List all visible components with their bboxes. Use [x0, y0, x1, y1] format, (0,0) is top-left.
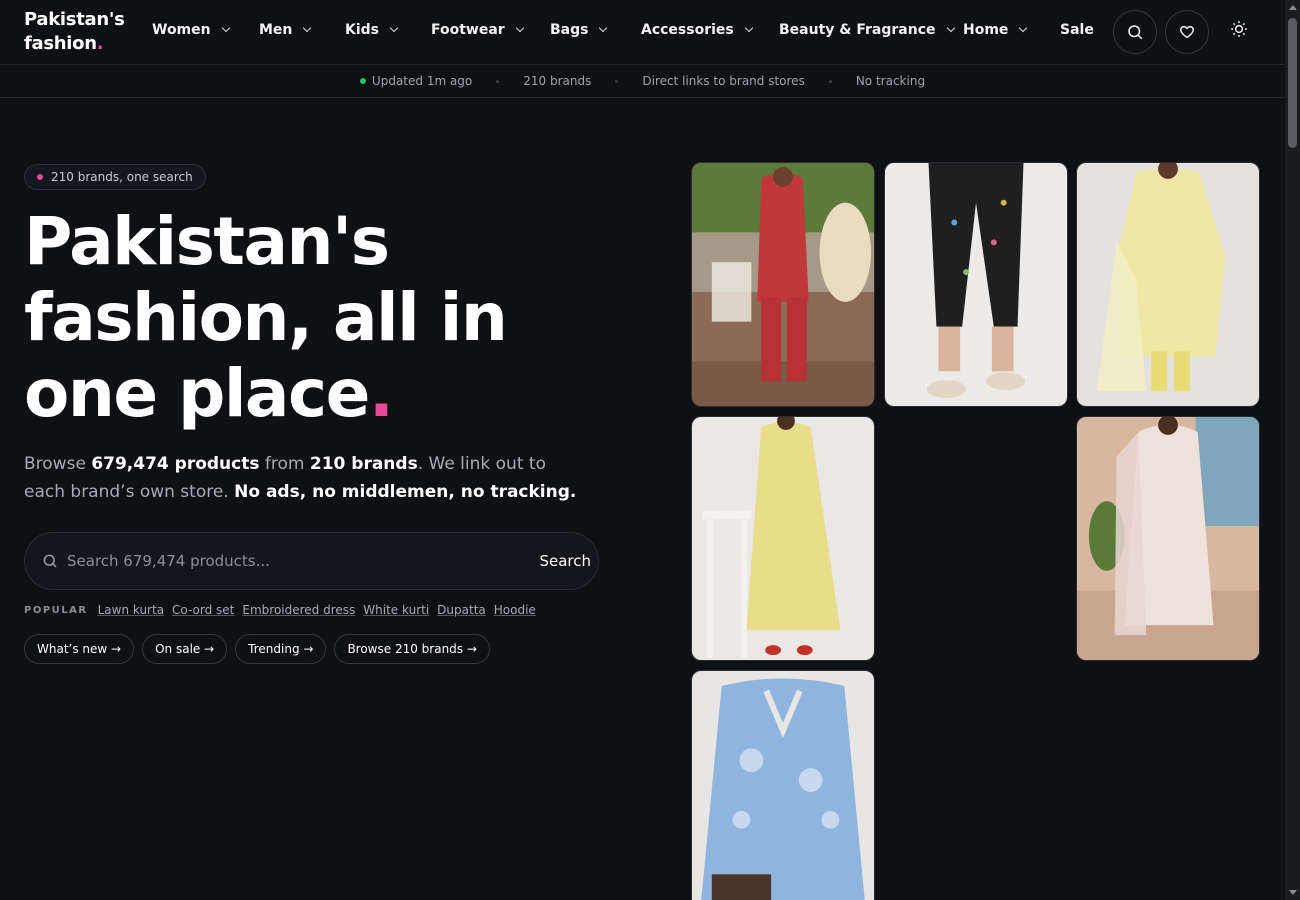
lede-text: Browse	[24, 454, 92, 474]
nav-item-label: Women	[152, 22, 211, 38]
separator-dot	[496, 79, 500, 83]
on-sale-chip[interactable]: On sale →	[142, 634, 228, 664]
whats-new-chip[interactable]: What’s new →	[24, 634, 135, 664]
popular-searches: POPULAR Lawn kurta Co-ord set Embroidered …	[24, 603, 544, 617]
nav-item-bags[interactable]: Bags	[550, 22, 608, 38]
nav-item-footwear[interactable]: Footwear	[431, 22, 524, 38]
headline-line-3: one place	[24, 355, 370, 432]
popular-label: POPULAR	[24, 604, 88, 616]
logo-line-2: fashion	[24, 33, 97, 54]
popular-search-link[interactable]: Lawn kurta	[98, 603, 164, 617]
nav-item-beauty-fragrance[interactable]: Beauty & Fragrance	[779, 22, 955, 38]
nav-item-sale[interactable]: Sale	[1060, 22, 1094, 38]
status-bar: Updated 1m ago 210 brands Direct links t…	[0, 64, 1285, 98]
chevron-down-icon	[744, 23, 753, 33]
badge-dot	[37, 174, 43, 180]
chevron-down-icon	[389, 23, 399, 33]
hero-badge-text: 210 brands, one search	[51, 170, 193, 184]
headline-line-1: Pakistan's	[24, 203, 390, 280]
trending-chip[interactable]: Trending →	[235, 634, 327, 664]
product-image-yellow-frock[interactable]	[691, 416, 875, 661]
headline-line-2: fashion, all in	[24, 279, 508, 356]
browse-brands-chip[interactable]: Browse 210 brands →	[334, 634, 490, 664]
nav-item-label: Sale	[1060, 22, 1094, 38]
heart-icon	[1180, 25, 1194, 39]
wishlist-button[interactable]	[1165, 10, 1209, 54]
popular-search-link[interactable]: Embroidered dress	[242, 603, 355, 617]
search-icon	[1128, 25, 1143, 40]
product-count: 679,474 products	[91, 454, 260, 474]
nav-item-men[interactable]: Men	[259, 22, 312, 38]
search-input[interactable]	[67, 552, 540, 570]
live-indicator	[359, 78, 366, 84]
search-submit-button[interactable]: Search	[539, 552, 591, 570]
product-image-black-trousers[interactable]	[884, 162, 1068, 407]
nav-item-women[interactable]: Women	[152, 22, 230, 38]
product-image-red-kurta-set[interactable]	[691, 162, 875, 407]
hero-description: Browse 679,474 products from 210 brands.…	[24, 450, 584, 506]
nav-item-accessories[interactable]: Accessories	[641, 22, 753, 38]
nav-item-kids[interactable]: Kids	[345, 22, 399, 38]
brand-count: 210 brands	[523, 74, 592, 88]
chevron-down-icon	[221, 23, 230, 33]
site-logo[interactable]: Pakistan's fashion.	[24, 8, 152, 56]
nav-item-label: Bags	[550, 22, 589, 38]
chevron-down-icon	[1019, 23, 1028, 33]
privacy-claim: No ads, no middlemen, no tracking.	[234, 482, 577, 502]
chevron-down-icon	[599, 23, 608, 33]
nav-item-label: Accessories	[641, 22, 734, 38]
logo-dot: .	[96, 33, 104, 54]
popular-search-link[interactable]: White kurti	[363, 603, 429, 617]
search-bar: Search	[24, 532, 599, 590]
brand-count: 210 brands	[309, 454, 418, 474]
nav-item-label: Footwear	[431, 22, 505, 38]
chevron-down-icon	[946, 23, 955, 33]
quick-links: What’s new → On sale → Trending → Browse 21…	[24, 634, 498, 664]
hero-badge: 210 brands, one search	[24, 164, 206, 190]
direct-links-note: Direct links to brand stores	[642, 74, 805, 88]
product-image-blue-embroidered-shirt[interactable]	[691, 670, 875, 900]
nav-item-home[interactable]: Home	[963, 22, 1028, 38]
nav-item-label: Beauty & Fragrance	[779, 22, 936, 38]
search-button[interactable]	[1113, 10, 1157, 54]
popular-search-link[interactable]: Dupatta	[437, 603, 486, 617]
logo-line-1: Pakistan's	[24, 9, 125, 30]
nav-item-label: Home	[963, 22, 1009, 38]
scroll-down-arrow[interactable]	[1289, 890, 1297, 895]
popular-search-link[interactable]: Hoodie	[494, 603, 536, 617]
scroll-up-arrow[interactable]	[1289, 5, 1297, 10]
product-image-yellow-suit[interactable]	[1076, 162, 1260, 407]
search-icon	[43, 554, 57, 568]
lede-text: from	[259, 454, 310, 474]
popular-search-link[interactable]: Co-ord set	[172, 603, 234, 617]
scroll-thumb[interactable]	[1288, 18, 1297, 148]
product-image-pink-embroidered-suit[interactable]	[1076, 416, 1260, 661]
no-tracking-note: No tracking	[855, 74, 926, 88]
hero-headline: Pakistan's fashion, all in one place.	[24, 204, 624, 432]
nav-item-label: Men	[259, 22, 293, 38]
chevron-down-icon	[515, 23, 524, 33]
updated-status: Updated 1m ago	[371, 74, 473, 88]
page-scrollbar[interactable]	[1285, 0, 1300, 900]
chevron-down-icon	[303, 23, 312, 33]
sun-icon[interactable]	[1230, 20, 1248, 38]
separator-dot	[615, 79, 619, 83]
nav-item-label: Kids	[345, 22, 380, 38]
separator-dot	[828, 79, 832, 83]
headline-dot: .	[368, 355, 394, 432]
